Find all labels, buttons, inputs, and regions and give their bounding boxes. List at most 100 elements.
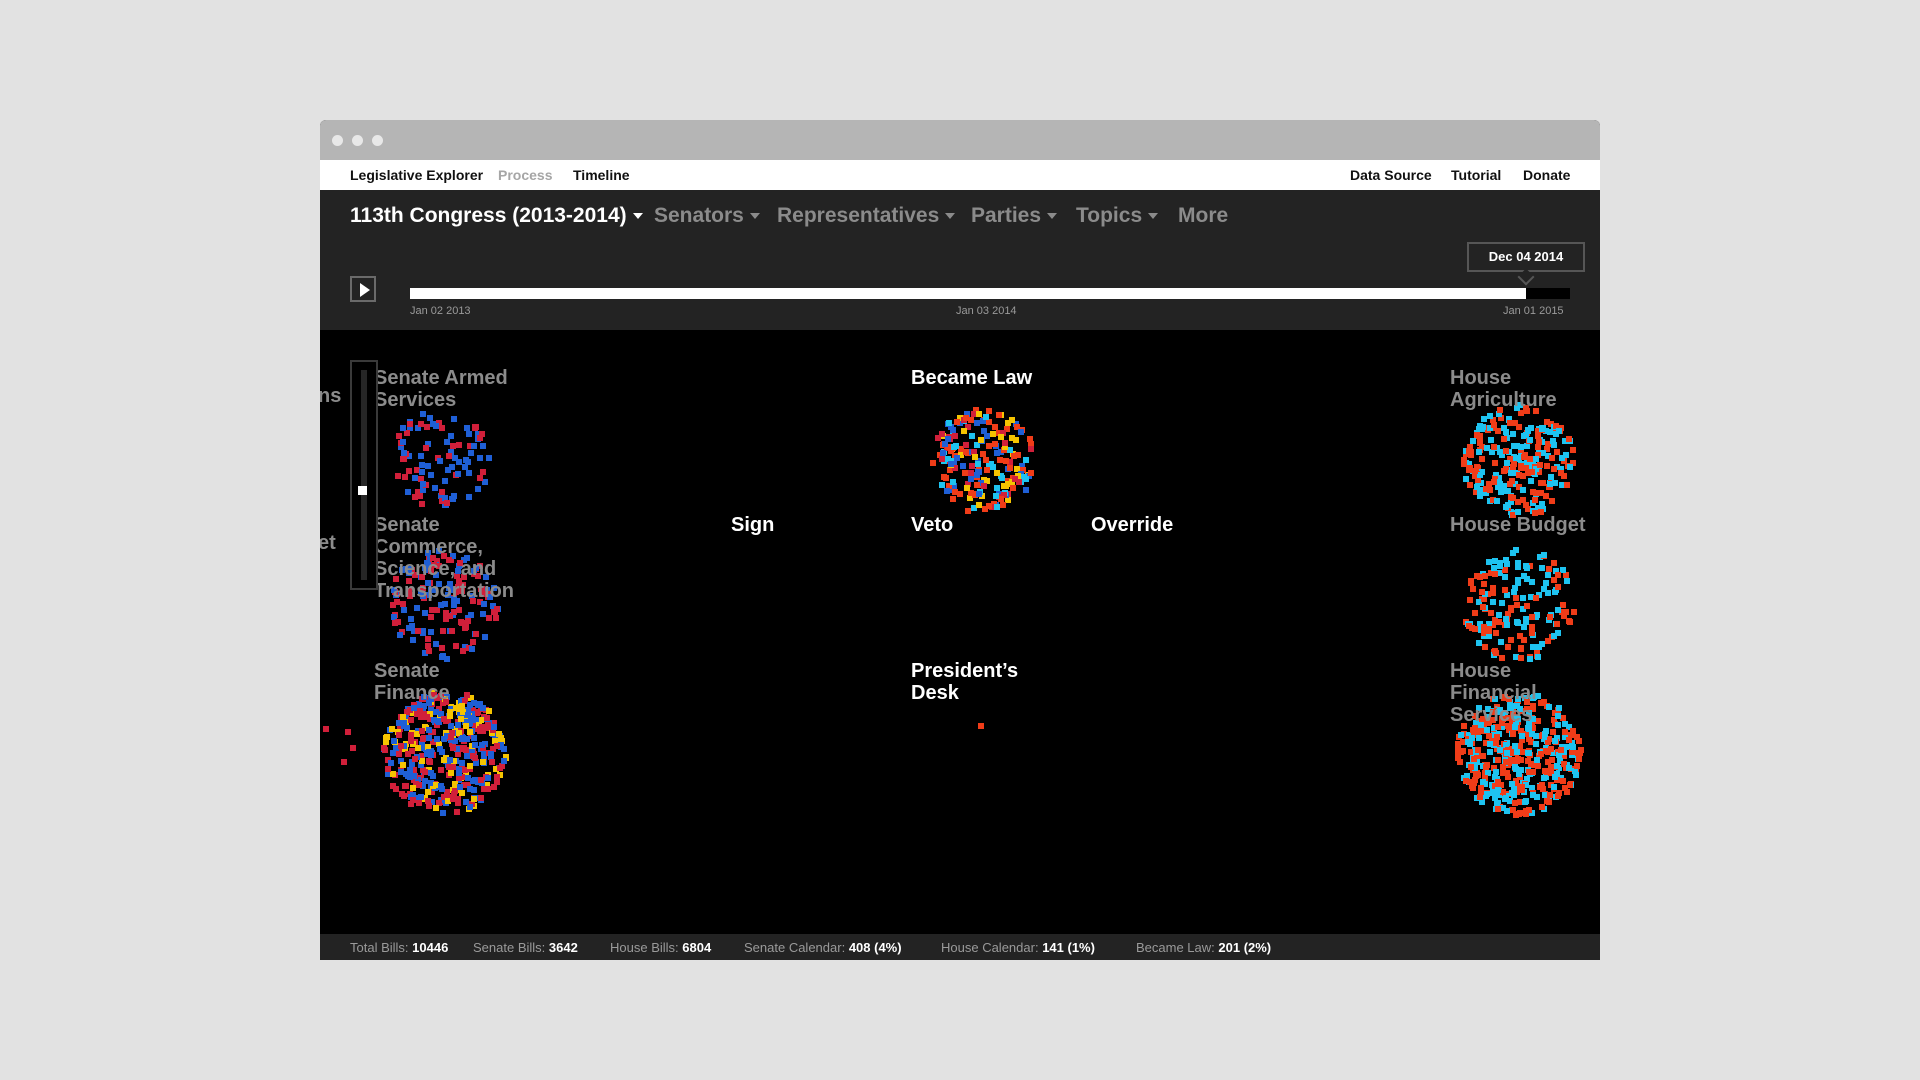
bill-dot[interactable] xyxy=(1474,573,1481,580)
bill-dot[interactable] xyxy=(1519,594,1526,601)
bill-dot[interactable] xyxy=(417,793,424,800)
representatives-dropdown[interactable]: Representatives xyxy=(777,204,956,228)
bill-dot[interactable] xyxy=(408,615,415,622)
bill-dot[interactable] xyxy=(478,795,484,802)
bill-dot[interactable] xyxy=(429,606,436,613)
bill-dot[interactable] xyxy=(440,756,447,763)
bill-dot[interactable] xyxy=(1514,601,1520,608)
bill-dot[interactable] xyxy=(1573,771,1579,778)
bill-dot[interactable] xyxy=(1517,644,1524,651)
bill-dot[interactable] xyxy=(407,717,414,723)
bill-dot[interactable] xyxy=(415,799,422,806)
bill-dot[interactable] xyxy=(1566,765,1573,772)
bill-dot[interactable] xyxy=(1509,806,1516,813)
bill-dot[interactable] xyxy=(1550,559,1557,566)
bill-dot[interactable] xyxy=(1491,478,1498,485)
bill-dot[interactable] xyxy=(984,433,991,440)
bill-dot[interactable] xyxy=(1479,589,1486,596)
bill-dot[interactable] xyxy=(1552,773,1559,780)
stage-presidents-desk[interactable]: President’s Desk xyxy=(911,660,1021,704)
bill-dot[interactable] xyxy=(479,610,486,617)
bill-dot[interactable] xyxy=(1558,470,1565,477)
bill-dot[interactable] xyxy=(1476,734,1483,741)
bill-dot[interactable] xyxy=(459,790,466,797)
bill-dot[interactable] xyxy=(1524,602,1530,609)
bill-dot[interactable] xyxy=(1565,736,1572,743)
bill-dot[interactable] xyxy=(471,795,477,802)
bill-dot[interactable] xyxy=(433,736,440,743)
bill-dot[interactable] xyxy=(1504,808,1511,815)
bill-dot[interactable] xyxy=(1507,636,1514,643)
bill-dot[interactable] xyxy=(1486,741,1493,748)
bill-dot[interactable] xyxy=(416,781,422,788)
bill-dot[interactable] xyxy=(1522,562,1529,569)
bill-dot[interactable] xyxy=(483,715,490,722)
bill-dot[interactable] xyxy=(1560,601,1567,608)
bill-dot[interactable] xyxy=(1555,790,1562,797)
bill-dot[interactable] xyxy=(420,411,426,418)
bill-dot[interactable] xyxy=(443,615,450,622)
bill-dot[interactable] xyxy=(930,459,937,466)
bill-dot[interactable] xyxy=(953,418,960,425)
bill-dot[interactable] xyxy=(467,715,474,721)
bill-dot[interactable] xyxy=(986,408,993,414)
bill-dot[interactable] xyxy=(1511,461,1517,468)
bill-dot[interactable] xyxy=(1495,611,1502,618)
bill-dot[interactable] xyxy=(973,482,980,489)
bill-dot[interactable] xyxy=(471,755,478,761)
bill-dot[interactable] xyxy=(951,489,958,496)
bill-dot[interactable] xyxy=(417,420,424,427)
bill-dot[interactable] xyxy=(487,750,494,757)
bill-dot[interactable] xyxy=(1548,746,1554,752)
bill-dot[interactable] xyxy=(1463,475,1470,482)
bill-dot[interactable] xyxy=(454,800,461,807)
bill-dot[interactable] xyxy=(995,411,1002,418)
bill-dot[interactable] xyxy=(1503,615,1510,622)
bill-dot[interactable] xyxy=(1573,762,1580,769)
bill-dot[interactable] xyxy=(432,804,439,811)
bill-dot[interactable] xyxy=(402,771,409,778)
bill-dot[interactable] xyxy=(1522,799,1528,806)
bill-dot[interactable] xyxy=(1538,804,1545,811)
bill-dot[interactable] xyxy=(406,624,412,631)
bill-dot[interactable] xyxy=(1573,733,1580,740)
bill-dot[interactable] xyxy=(1502,447,1509,454)
bill-dot[interactable] xyxy=(1522,616,1529,623)
bill-dot[interactable] xyxy=(1552,738,1559,745)
timeline-slider[interactable] xyxy=(410,288,1570,299)
bill-dot[interactable] xyxy=(439,628,446,634)
bill-dot[interactable] xyxy=(1465,448,1472,455)
bill-dot[interactable] xyxy=(1567,781,1574,788)
bill-dot[interactable] xyxy=(1538,782,1545,789)
bill-dot[interactable] xyxy=(1486,748,1493,755)
bill-dot[interactable] xyxy=(1569,728,1576,735)
bill-dot[interactable] xyxy=(1550,438,1557,445)
bill-dot[interactable] xyxy=(441,735,448,742)
bill-dot[interactable] xyxy=(407,738,414,745)
bill-dot[interactable] xyxy=(1545,565,1552,572)
stage-sign[interactable]: Sign xyxy=(731,514,774,536)
bill-dot[interactable] xyxy=(344,728,351,735)
bill-dot[interactable] xyxy=(940,473,947,480)
bill-dot[interactable] xyxy=(1555,427,1562,434)
bill-dot[interactable] xyxy=(1500,436,1507,443)
bill-dot[interactable] xyxy=(1558,454,1565,461)
bill-dot[interactable] xyxy=(458,619,465,626)
bill-dot[interactable] xyxy=(1497,638,1504,645)
bill-dot[interactable] xyxy=(448,770,455,777)
bill-dot[interactable] xyxy=(460,648,467,655)
bill-dot[interactable] xyxy=(400,456,407,463)
bill-dot[interactable] xyxy=(410,772,417,779)
bill-dot[interactable] xyxy=(1531,497,1538,504)
bill-dot[interactable] xyxy=(472,630,479,637)
bill-dot[interactable] xyxy=(1542,728,1549,735)
bill-dot[interactable] xyxy=(451,790,458,797)
bill-dot[interactable] xyxy=(1466,623,1473,630)
bill-dot[interactable] xyxy=(991,441,998,447)
bill-dot[interactable] xyxy=(950,478,956,485)
window-minimize-dot[interactable] xyxy=(352,135,363,146)
bill-dot[interactable] xyxy=(455,722,462,728)
bill-dot[interactable] xyxy=(419,481,426,487)
bill-dot[interactable] xyxy=(961,428,968,435)
bill-dot[interactable] xyxy=(428,613,435,620)
